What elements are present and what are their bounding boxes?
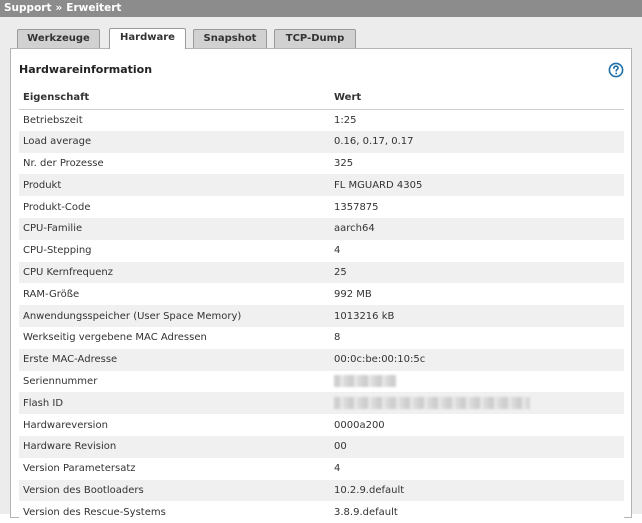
redacted-flash-id — [334, 397, 530, 410]
value-cell: 10.2.9.default — [330, 479, 624, 502]
tab-tcp-dump[interactable]: TCP-Dump — [274, 29, 356, 48]
table-row: Nr. der Prozesse 325 — [19, 152, 624, 175]
property-cell: Werkseitig vergebene MAC Adressen — [19, 326, 330, 349]
value-cell: 00 — [330, 435, 624, 458]
property-cell: Nr. der Prozesse — [19, 152, 330, 175]
column-header-property: Eigenschaft — [19, 87, 330, 110]
breadcrumb-erweitert[interactable]: Erweitert — [66, 0, 121, 17]
table-row: Hardware Revision 00 — [19, 435, 624, 458]
value-cell — [330, 370, 624, 393]
value-cell: 00:0c:be:00:10:5c — [330, 348, 624, 371]
value-cell: 325 — [330, 152, 624, 175]
value-cell: 1013216 kB — [330, 305, 624, 327]
property-cell: Seriennummer — [19, 370, 330, 393]
table-row: Version des Bootloaders 10.2.9.default — [19, 479, 624, 502]
table-row: CPU-Familie aarch64 — [19, 217, 624, 240]
property-cell: Produkt — [19, 174, 330, 197]
value-cell: 8 — [330, 326, 624, 349]
value-cell: 0.16, 0.17, 0.17 — [330, 130, 624, 153]
hardware-info-panel: Hardwareinformation Eigenschaft Wert Bet… — [10, 48, 632, 523]
property-cell: Version des Bootloaders — [19, 479, 330, 502]
table-row: CPU-Stepping 4 — [19, 239, 624, 262]
value-cell: 3.8.9.default — [330, 501, 624, 523]
property-cell: CPU-Familie — [19, 217, 330, 240]
property-cell: CPU-Stepping — [19, 239, 330, 262]
property-cell: Hardware Revision — [19, 435, 330, 458]
property-cell: Version des Rescue-Systems — [19, 501, 330, 523]
value-cell: 1357875 — [330, 196, 624, 218]
column-header-value: Wert — [330, 87, 624, 110]
property-cell: CPU Kernfrequenz — [19, 261, 330, 284]
table-row: RAM-Größe 992 MB — [19, 283, 624, 306]
property-cell: Flash ID — [19, 392, 330, 415]
breadcrumb: Support » Erweitert — [0, 0, 642, 17]
table-row: Hardwareversion 0000a200 — [19, 414, 624, 436]
panel-title: Hardwareinformation — [19, 63, 153, 76]
table-row: Produkt FL MGUARD 4305 — [19, 174, 624, 197]
property-cell: Betriebszeit — [19, 109, 330, 131]
table-row: Version des Rescue-Systems 3.8.9.default — [19, 501, 624, 523]
value-cell: 4 — [330, 457, 624, 480]
table-row: Load average 0.16, 0.17, 0.17 — [19, 130, 624, 153]
table-row: Seriennummer — [19, 370, 624, 393]
breadcrumb-separator: » — [55, 2, 63, 14]
table-row: Flash ID — [19, 392, 624, 415]
value-cell: 25 — [330, 261, 624, 284]
table-row: Version Parametersatz 4 — [19, 457, 624, 480]
hardware-info-table: Eigenschaft Wert Betriebszeit 1:25 Load … — [19, 87, 624, 523]
main-content: Werkzeuge Hardware Snapshot TCP-Dump Har… — [0, 17, 642, 523]
property-cell: RAM-Größe — [19, 283, 330, 306]
value-cell: FL MGUARD 4305 — [330, 174, 624, 197]
table-row: Betriebszeit 1:25 — [19, 109, 624, 131]
value-cell: 4 — [330, 239, 624, 262]
table-row: Erste MAC-Adresse 00:0c:be:00:10:5c — [19, 348, 624, 371]
table-row: CPU Kernfrequenz 25 — [19, 261, 624, 284]
value-cell: 1:25 — [330, 109, 624, 131]
property-cell: Hardwareversion — [19, 414, 330, 436]
tab-hardware[interactable]: Hardware — [109, 28, 186, 49]
property-cell: Load average — [19, 130, 330, 153]
breadcrumb-support[interactable]: Support — [4, 0, 51, 17]
tab-snapshot[interactable]: Snapshot — [193, 29, 267, 48]
tab-werkzeuge[interactable]: Werkzeuge — [17, 29, 100, 48]
property-cell: Anwendungsspeicher (User Space Memory) — [19, 305, 330, 327]
value-cell: 992 MB — [330, 283, 624, 306]
property-cell: Version Parametersatz — [19, 457, 330, 480]
value-cell — [330, 392, 624, 415]
property-cell: Erste MAC-Adresse — [19, 348, 330, 371]
table-header-row: Eigenschaft Wert — [19, 87, 624, 110]
table-row: Anwendungsspeicher (User Space Memory) 1… — [19, 305, 624, 327]
table-row: Produkt-Code 1357875 — [19, 196, 624, 218]
help-icon[interactable] — [608, 62, 624, 78]
value-cell: aarch64 — [330, 217, 624, 240]
value-cell: 0000a200 — [330, 414, 624, 436]
table-row: Werkseitig vergebene MAC Adressen 8 — [19, 326, 624, 349]
property-cell: Produkt-Code — [19, 196, 330, 218]
redacted-serial-number — [334, 375, 396, 388]
